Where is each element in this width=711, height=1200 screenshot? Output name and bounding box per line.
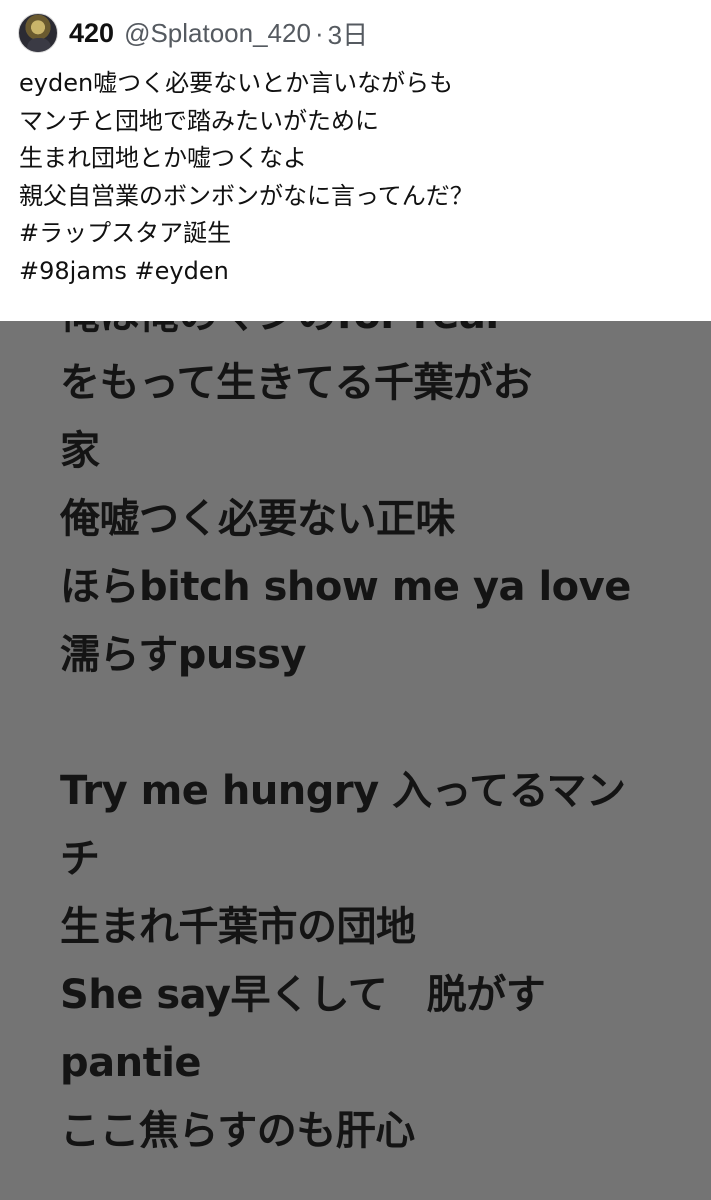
hashtag-line[interactable]: #ラップスタア誕生 [19, 215, 699, 253]
lyric-line: She say早くして 脱がす [60, 972, 546, 1018]
lyric-line: Try me hungry 入ってるマン [60, 768, 626, 814]
lyric-stanza-break [60, 689, 700, 757]
post-timestamp[interactable]: 3日 [328, 15, 368, 52]
post-text-line: 生まれ団地とか嘘つくなよ [19, 144, 307, 172]
lyric-line: 俺は俺のマンのfor real [60, 321, 700, 349]
post-text: eyden嘘つく必要ないとか言いながらも マンチと団地で踏みたいがために 生まれ… [19, 65, 699, 290]
post-header: 420 @Splatoon_420 · 3日 [18, 10, 368, 56]
lyric-line: 俺嘘つく必要ない正味 [60, 496, 456, 542]
hashtag-line[interactable]: #98jams #eyden [19, 253, 699, 291]
avatar[interactable] [18, 13, 58, 53]
tweet-post: 420 @Splatoon_420 · 3日 eyden嘘つく必要ないとか言いな… [0, 0, 711, 321]
header-separator: · [314, 17, 324, 48]
lyric-line: をもって生きてる千葉がお [60, 360, 533, 406]
author-handle[interactable]: @Splatoon_420 [124, 18, 311, 49]
post-text-line: 親父自営業のボンボンがなに言ってんだ？ [19, 181, 474, 210]
lyric-line: 生まれ千葉市の団地 [60, 904, 416, 950]
lyrics-screenshot-image[interactable]: 俺は俺のマンのfor real をもって生きてる千葉がお 家 俺嘘つく必要ない正… [0, 321, 711, 1200]
lyrics-text-block: 俺は俺のマンのfor real をもって生きてる千葉がお 家 俺嘘つく必要ない正… [60, 321, 700, 1165]
post-text-line: eyden嘘つく必要ないとか言いながらも [19, 69, 454, 97]
lyric-line: ここ焦らすのも肝心 [60, 1108, 415, 1154]
lyric-line: チ [60, 836, 100, 882]
post-text-line: マンチと団地で踏みたいがために [19, 106, 379, 135]
lyric-line: pantie [60, 1040, 202, 1086]
lyric-line: ほらbitch show me ya love [60, 564, 631, 610]
lyric-line: 濡らすpussy [60, 632, 307, 678]
author-display-name[interactable]: 420 [69, 18, 114, 49]
lyric-line: 家 [60, 428, 100, 474]
